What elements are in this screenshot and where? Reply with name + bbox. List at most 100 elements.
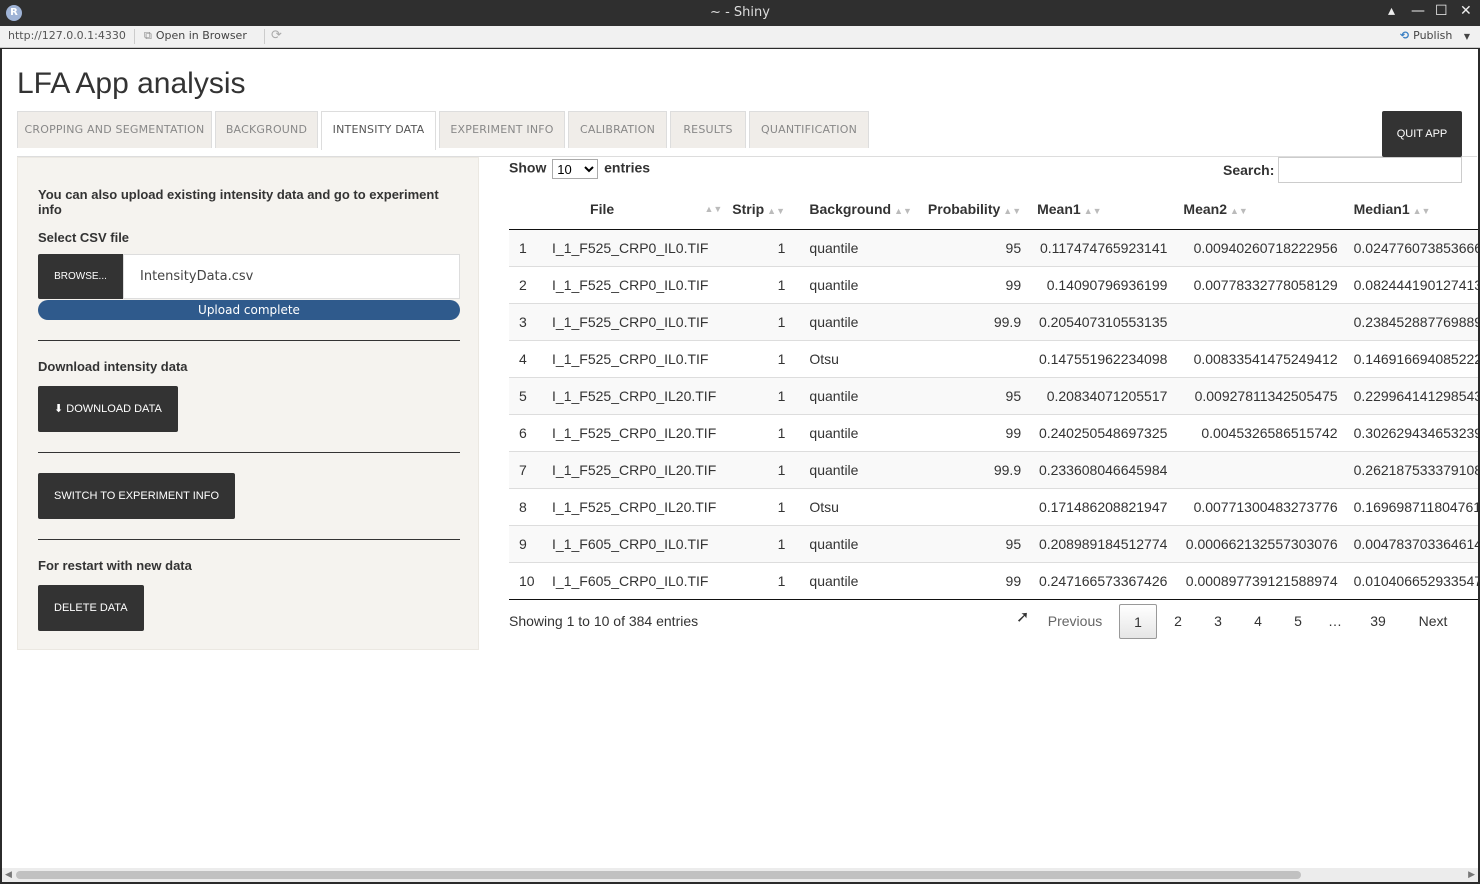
minimize-icon[interactable]: —	[1411, 3, 1425, 19]
maximize-icon[interactable]: ☐	[1435, 3, 1448, 19]
page-ellipsis: …	[1328, 613, 1342, 629]
restart-heading: For restart with new data	[38, 558, 192, 573]
horizontal-scrollbar[interactable]: ◀ ▶	[2, 868, 1478, 882]
page-button-39[interactable]: 39	[1358, 604, 1398, 639]
cell-strip: 1	[724, 413, 794, 451]
table-row[interactable]: 5 I_1_F525_CRP0_IL20.TIF 1 quantile 95 0.2083…	[509, 376, 1478, 414]
col-header-strip[interactable]: Strip ▲▼	[724, 189, 794, 230]
search-label: Search:	[1223, 162, 1275, 178]
cell-strip: 1	[724, 450, 794, 488]
col-header-mean2[interactable]: Mean2 ▲▼	[1175, 189, 1346, 230]
col-header-probability[interactable]: Probability ▲▼	[919, 189, 1030, 230]
cell-mean2: 0.0045326586515742	[1175, 413, 1346, 451]
cell-probability: 99.9	[919, 450, 1030, 488]
window-titlebar: R ~ - Shiny ▴ — ☐ ✕	[0, 0, 1480, 26]
open-in-browser-button[interactable]: ⧉ Open in Browser	[144, 29, 247, 43]
cell-mean1: 0.208989184512774	[1029, 524, 1176, 562]
col-header-mean1[interactable]: Mean1 ▲▼	[1029, 189, 1176, 230]
quit-app-button[interactable]: QUIT APP	[1382, 111, 1462, 157]
tab-calibration[interactable]: CALIBRATION	[568, 111, 667, 148]
page-button-3[interactable]: 3	[1200, 604, 1236, 639]
cell-mean2: 0.00927811342505475	[1175, 376, 1346, 414]
col-header-index	[509, 189, 545, 230]
table-row[interactable]: 2 I_1_F525_CRP0_IL0.TIF 1 quantile 99 0.14090…	[509, 265, 1478, 303]
page-button-4[interactable]: 4	[1240, 604, 1276, 639]
delete-data-button[interactable]: DELETE DATA	[38, 585, 144, 631]
cell-file: I_1_F525_CRP0_IL20.TIF	[544, 376, 725, 414]
tab-experiment-info[interactable]: EXPERIMENT INFO	[439, 111, 565, 148]
cell-mean2: 0.000662132557303076	[1175, 524, 1346, 562]
download-data-button[interactable]: ⬇ DOWNLOAD DATA	[38, 386, 178, 432]
page-button-2[interactable]: 2	[1160, 604, 1196, 639]
open-in-browser-label: Open in Browser	[155, 29, 247, 42]
table-row[interactable]: 8 I_1_F525_CRP0_IL20.TIF 1 Otsu 0.1714862088…	[509, 487, 1478, 525]
col-header-label: Strip	[732, 200, 765, 217]
close-icon[interactable]: ✕	[1460, 3, 1472, 19]
cell-probability: 99	[919, 413, 1030, 451]
cell-background: quantile	[793, 302, 920, 340]
sort-icon: ▲▼	[1229, 205, 1248, 216]
cell-mean1: 0.171486208821947	[1029, 487, 1176, 525]
scrollbar-thumb[interactable]	[16, 871, 1301, 879]
cell-mean1: 0.147551962234098	[1029, 339, 1176, 377]
page-button-1[interactable]: 1	[1119, 604, 1157, 639]
cell-median1: 0.146916694085222	[1345, 339, 1478, 377]
file-name-field[interactable]: IntensityData.csv	[123, 254, 460, 299]
divider	[38, 539, 460, 540]
page-button-5[interactable]: 5	[1280, 604, 1316, 639]
col-header-file[interactable]: File ▲▼	[544, 189, 725, 230]
table-row[interactable]: 4 I_1_F525_CRP0_IL0.TIF 1 Otsu 0.14755196223…	[509, 339, 1478, 377]
tab-cropping-and-segmentation[interactable]: CROPPING AND SEGMENTATION	[17, 111, 212, 148]
show-label: Show	[509, 159, 547, 176]
window-title: ~ - Shiny	[710, 5, 770, 20]
cell-strip: 1	[724, 561, 794, 600]
cell-probability: 99	[919, 561, 1030, 600]
cell-file: I_1_F525_CRP0_IL20.TIF	[544, 413, 725, 451]
cell-index: 5	[509, 376, 545, 414]
cell-index: 8	[509, 487, 545, 525]
cell-file: I_1_F525_CRP0_IL0.TIF	[544, 339, 725, 377]
next-page-button[interactable]: Next	[1410, 604, 1456, 639]
previous-page-button[interactable]: Previous	[1042, 604, 1108, 639]
table-row[interactable]: 9 I_1_F605_CRP0_IL0.TIF 1 quantile 95 0.20898…	[509, 524, 1478, 562]
cell-median1: 0.0247760738536661	[1345, 228, 1478, 266]
cell-mean2	[1175, 450, 1346, 488]
switch-to-experiment-info-button[interactable]: SWITCH TO EXPERIMENT INFO	[38, 473, 236, 519]
url-text[interactable]: http://127.0.0.1:4330	[8, 29, 126, 42]
tab-quantification[interactable]: QUANTIFICATION	[749, 111, 869, 148]
divider	[134, 29, 135, 44]
page-size-select[interactable]: 10	[552, 159, 599, 179]
scroll-left-icon[interactable]: ◀	[5, 868, 12, 882]
table-row[interactable]: 7 I_1_F525_CRP0_IL20.TIF 1 quantile 99.9 0.23…	[509, 450, 1478, 488]
cell-mean1: 0.20834071205517	[1029, 376, 1176, 414]
cell-mean2: 0.000897739121588974	[1175, 561, 1346, 600]
cell-mean2	[1175, 302, 1346, 340]
address-bar: http://127.0.0.1:4330 ⧉ Open in Browser ⟳…	[0, 26, 1480, 48]
publish-button[interactable]: ⟲ Publish ▼	[1400, 29, 1470, 42]
upload-heading: You can also upload existing intensity d…	[38, 187, 439, 217]
window-shade-icon[interactable]: ▴	[1388, 3, 1395, 19]
table-row[interactable]: 3 I_1_F525_CRP0_IL0.TIF 1 quantile 99.9 0.205…	[509, 302, 1478, 340]
table-row[interactable]: 1 I_1_F525_CRP0_IL0.TIF 1 quantile 95 0.11747…	[509, 228, 1478, 266]
table-row[interactable]: 10 I_1_F605_CRP0_IL0.TIF 1 quantile 99 0.2471…	[509, 561, 1478, 600]
col-header-background[interactable]: Background ▲▼	[793, 189, 920, 230]
cell-background: quantile	[793, 413, 920, 451]
cell-background: quantile	[793, 524, 920, 562]
sort-icon: ▲▼	[767, 205, 785, 216]
browse-button[interactable]: BROWSE...	[38, 254, 123, 299]
tab-background[interactable]: BACKGROUND	[215, 111, 318, 148]
refresh-icon[interactable]: ⟳	[271, 28, 282, 43]
col-header-median1[interactable]: Median1 ▲▼	[1345, 189, 1478, 230]
search-input[interactable]	[1278, 157, 1462, 183]
sort-icon: ▲▼	[1412, 205, 1431, 216]
tab-results[interactable]: RESULTS	[670, 111, 746, 148]
table-row[interactable]: 6 I_1_F525_CRP0_IL20.TIF 1 quantile 99 0.2402…	[509, 413, 1478, 451]
publish-label: Publish	[1413, 29, 1453, 42]
data-table-container: File ▲▼ Strip ▲▼ Background ▲▼ Probability ▲…	[509, 189, 1478, 600]
tab-intensity-data[interactable]: INTENSITY DATA	[321, 111, 436, 150]
scroll-right-icon[interactable]: ▶	[1468, 868, 1475, 882]
table-info: Showing 1 to 10 of 384 entries	[509, 613, 699, 629]
cell-background: Otsu	[793, 339, 920, 377]
download-heading: Download intensity data	[38, 359, 188, 374]
cell-median1: 0.0104066529335477	[1345, 561, 1478, 600]
